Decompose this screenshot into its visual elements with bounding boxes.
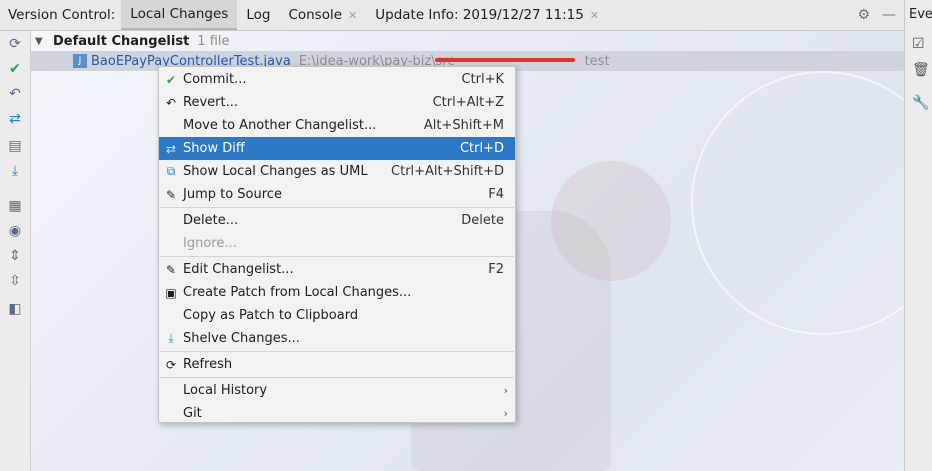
collapse-all-icon[interactable]: ⇳ — [7, 273, 23, 289]
menu-item-shortcut: F2 — [488, 262, 504, 277]
expand-all-icon[interactable]: ⇕ — [7, 248, 23, 264]
changelist-row[interactable]: ▼ Default Changelist 1 file — [31, 31, 904, 51]
tab-local-changes[interactable]: Local Changes — [121, 0, 238, 30]
menu-item-shortcut: Ctrl+D — [459, 141, 504, 156]
menu-item-shortcut: F4 — [488, 187, 504, 202]
refresh-icon[interactable]: ⟳ — [7, 36, 23, 52]
menu-item-label: Show Diff — [183, 141, 245, 156]
preview-icon[interactable]: ◧ — [7, 301, 23, 317]
menu-item-shortcut: Alt+Shift+M — [423, 118, 504, 133]
menu-item-local-history[interactable]: Local History › — [159, 379, 515, 402]
menu-item-label: Ignore... — [183, 236, 237, 251]
menu-item-label: Show Local Changes as UML — [183, 164, 368, 179]
close-icon[interactable]: ✕ — [348, 9, 357, 22]
checklist-icon[interactable]: ☑ — [912, 36, 925, 52]
menu-item-label: Edit Changelist... — [183, 262, 294, 277]
tab-tools: ⚙ — — [857, 0, 896, 30]
menu-item-delete[interactable]: Delete... Delete — [159, 209, 515, 232]
tab-label: Update Info: 2019/12/27 11:15 — [375, 7, 584, 23]
commit-check-icon[interactable]: ✔ — [7, 61, 23, 77]
menu-item-edit-changelist[interactable]: ✎ Edit Changelist... F2 — [159, 258, 515, 281]
tool-window-tabbar: Version Control: Local Changes Log Conso… — [0, 0, 904, 31]
eye-icon[interactable]: ◉ — [7, 223, 23, 239]
tab-console[interactable]: Console ✕ — [279, 0, 366, 30]
revert-icon: ↶ — [165, 95, 177, 110]
tab-label: Console — [288, 7, 343, 23]
edit-icon: ✎ — [165, 187, 177, 202]
uml-icon: ⧉ — [166, 164, 176, 178]
wrench-icon[interactable]: 🔧 — [912, 95, 929, 111]
right-side-panel: Ever ☑ 🗑 🔧 — [904, 0, 932, 471]
menu-separator — [160, 377, 514, 378]
menu-item-git[interactable]: Git › — [159, 402, 515, 425]
menu-item-label: Revert... — [183, 95, 238, 110]
shelve-icon[interactable]: ⤓ — [7, 163, 23, 179]
changelist-name: Default Changelist — [53, 33, 190, 49]
tab-update-info[interactable]: Update Info: 2019/12/27 11:15 ✕ — [366, 0, 608, 30]
submenu-arrow-icon: › — [503, 384, 508, 397]
changelist-count: 1 file — [197, 33, 230, 49]
menu-item-shelve[interactable]: ⤓ Shelve Changes... — [159, 327, 515, 350]
menu-separator — [160, 207, 514, 208]
menu-item-jump-to-source[interactable]: ✎ Jump to Source F4 — [159, 183, 515, 206]
redaction-mark — [435, 58, 575, 62]
trash-icon[interactable]: 🗑 — [912, 62, 930, 78]
menu-separator — [160, 256, 514, 257]
menu-item-refresh[interactable]: ⟳ Refresh — [159, 353, 515, 376]
diff-icon: ⇄ — [165, 141, 177, 156]
version-control-label: Version Control: — [8, 7, 116, 23]
menu-item-label: Create Patch from Local Changes... — [183, 285, 412, 300]
menu-item-move-changelist[interactable]: Move to Another Changelist... Alt+Shift+… — [159, 114, 515, 137]
changelist-icon[interactable]: ▤ — [7, 138, 23, 154]
expand-arrow-icon[interactable]: ▼ — [35, 36, 49, 47]
menu-item-copy-patch[interactable]: Copy as Patch to Clipboard — [159, 304, 515, 327]
refresh-icon: ⟳ — [165, 357, 177, 372]
background-wallpaper — [551, 161, 671, 281]
pencil-icon: ✎ — [165, 262, 177, 277]
close-icon[interactable]: ✕ — [590, 9, 599, 22]
left-toolbar: ⟳ ✔ ↶ ⇄ ▤ ⤓ ▦ ◉ ⇕ ⇳ ◧ — [0, 31, 31, 471]
event-log-label[interactable]: Ever — [909, 7, 932, 22]
menu-item-label: Commit... — [183, 72, 247, 87]
tab-log[interactable]: Log — [237, 0, 279, 30]
check-icon: ✔ — [165, 72, 177, 87]
menu-item-label: Copy as Patch to Clipboard — [183, 308, 359, 323]
tab-label: Local Changes — [130, 6, 229, 22]
group-by-icon[interactable]: ▦ — [7, 198, 23, 214]
menu-item-label: Git — [183, 406, 202, 421]
menu-item-shortcut: Ctrl+Alt+Shift+D — [391, 164, 504, 179]
menu-item-commit[interactable]: ✔ Commit... Ctrl+K — [159, 68, 515, 91]
background-wallpaper — [691, 71, 904, 335]
context-menu: ✔ Commit... Ctrl+K ↶ Revert... Ctrl+Alt+… — [158, 66, 516, 423]
file-path-tail: test — [584, 53, 610, 69]
rollback-icon[interactable]: ↶ — [7, 86, 23, 102]
minimize-icon[interactable]: — — [882, 7, 896, 23]
menu-item-label: Delete... — [183, 213, 239, 228]
shelve-icon: ⤓ — [168, 331, 174, 345]
menu-item-shortcut: Ctrl+Alt+Z — [432, 95, 504, 110]
menu-separator — [160, 351, 514, 352]
menu-item-label: Refresh — [183, 357, 233, 372]
menu-item-ignore: Ignore... — [159, 232, 515, 255]
tab-label: Log — [246, 7, 271, 23]
java-file-icon: J — [73, 54, 87, 68]
submenu-arrow-icon: › — [503, 407, 508, 420]
menu-item-label: Local History — [183, 383, 268, 398]
gear-icon[interactable]: ⚙ — [857, 7, 870, 23]
menu-item-label: Move to Another Changelist... — [183, 118, 377, 133]
menu-item-shortcut: Delete — [461, 213, 504, 228]
menu-item-revert[interactable]: ↶ Revert... Ctrl+Alt+Z — [159, 91, 515, 114]
menu-item-create-patch[interactable]: ▣ Create Patch from Local Changes... — [159, 281, 515, 304]
menu-item-label: Jump to Source — [183, 187, 282, 202]
menu-item-show-uml[interactable]: ⧉ Show Local Changes as UML Ctrl+Alt+Shi… — [159, 160, 515, 183]
menu-item-label: Shelve Changes... — [183, 331, 300, 346]
menu-item-shortcut: Ctrl+K — [461, 72, 504, 87]
diff-icon[interactable]: ⇄ — [7, 111, 23, 127]
menu-item-show-diff[interactable]: ⇄ Show Diff Ctrl+D — [159, 137, 515, 160]
patch-icon: ▣ — [165, 285, 177, 300]
